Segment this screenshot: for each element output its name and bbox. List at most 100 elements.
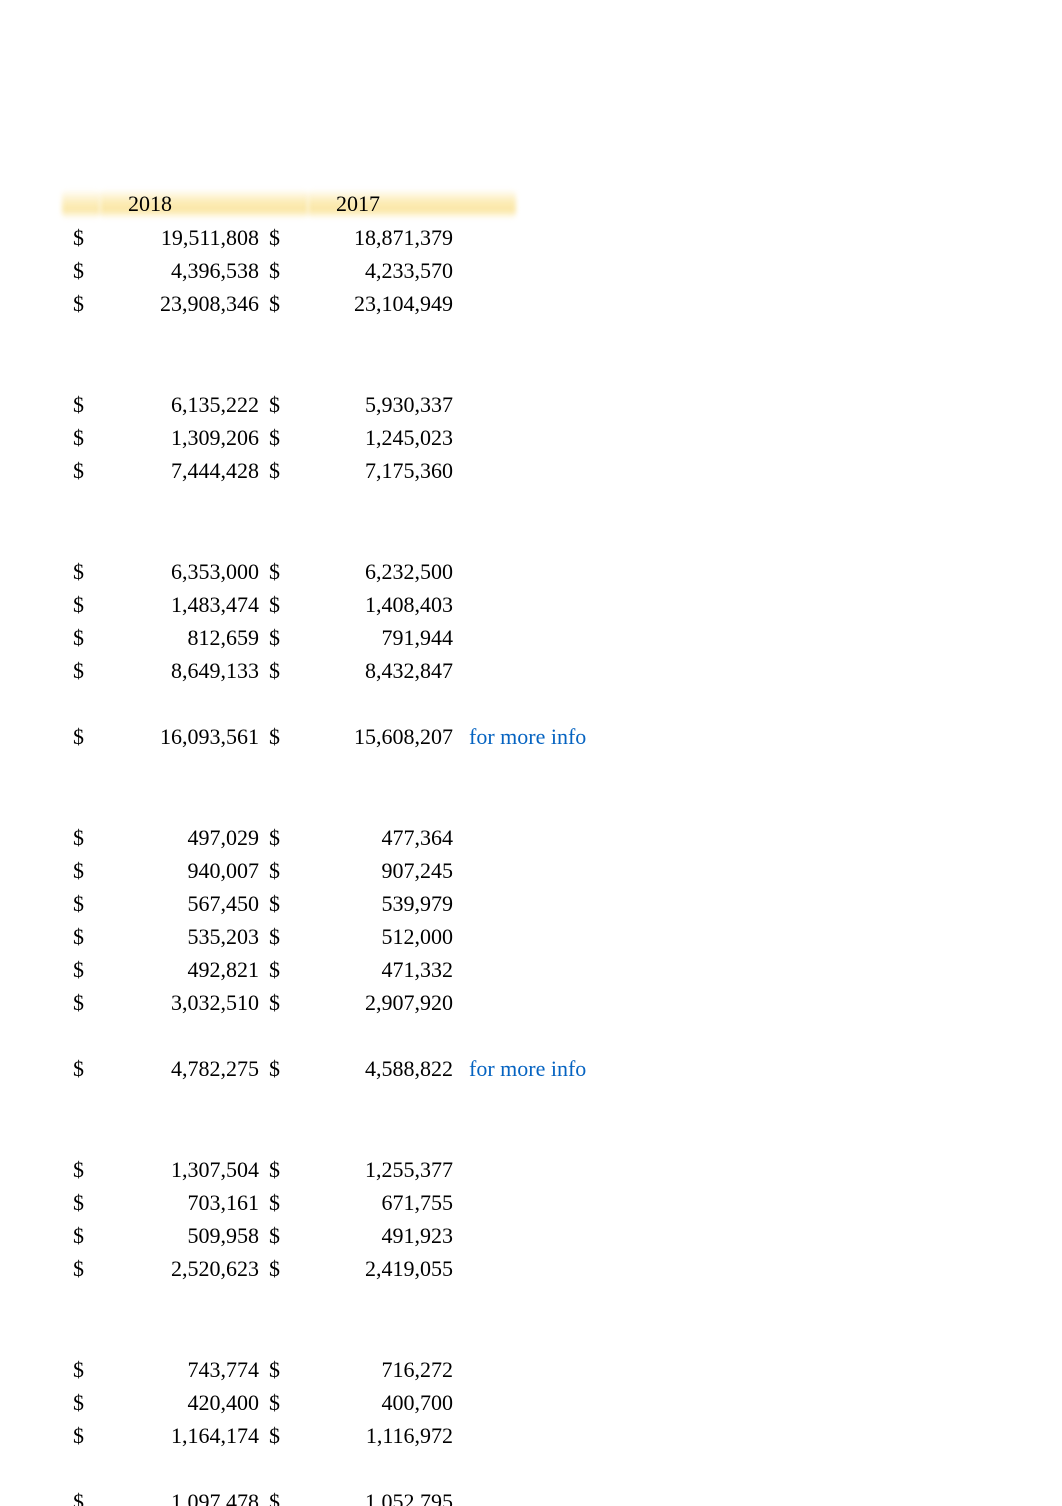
table-row: $6,353,000$6,232,500 [73,560,793,593]
value-year-1: 812,659 [95,626,263,650]
value-year-1: 19,511,808 [95,226,263,250]
value-year-1: 567,450 [95,892,263,916]
table-row: $7,444,428$7,175,360 [73,459,793,492]
table-row: $3,032,510$2,907,920 [73,991,793,1024]
currency-symbol: $ [263,859,291,883]
financial-table: $19,511,808$18,871,379$4,396,538$4,233,5… [73,226,793,1506]
value-year-1: 420,400 [95,1391,263,1415]
currency-symbol: $ [263,626,291,650]
currency-symbol: $ [263,292,291,316]
table-row: $940,007$907,245 [73,859,793,892]
currency-symbol: $ [263,1391,291,1415]
more-info-link[interactable]: for more info [469,1056,586,1081]
currency-symbol: $ [73,626,95,650]
table-row: $420,400$400,700 [73,1391,793,1424]
currency-symbol: $ [263,1057,291,1081]
table-row: $1,164,174$1,116,972 [73,1424,793,1457]
table-row: $567,450$539,979 [73,892,793,925]
table-row: $23,908,346$23,104,949 [73,292,793,325]
header-year-1: 2018 [100,189,308,219]
section-gap [73,492,793,560]
currency-symbol: $ [73,859,95,883]
value-year-2: 671,755 [291,1191,457,1215]
value-year-1: 16,093,561 [95,725,263,749]
currency-symbol: $ [73,560,95,584]
value-year-1: 940,007 [95,859,263,883]
value-year-2: 907,245 [291,859,457,883]
value-year-1: 6,135,222 [95,393,263,417]
table-row: $16,093,561$15,608,207 for more info [73,725,793,758]
value-year-1: 492,821 [95,958,263,982]
currency-symbol: $ [263,1257,291,1281]
currency-symbol: $ [73,259,95,283]
value-year-2: 5,930,337 [291,393,457,417]
currency-symbol: $ [73,1257,95,1281]
currency-symbol: $ [73,292,95,316]
table-row: $492,821$471,332 [73,958,793,991]
value-year-1: 1,164,174 [95,1424,263,1448]
table-row: $4,782,275$4,588,822for more info [73,1057,793,1090]
currency-symbol: $ [73,393,95,417]
header-year-2-label: 2017 [336,192,380,216]
currency-symbol: $ [263,393,291,417]
currency-symbol: $ [73,826,95,850]
currency-symbol: $ [73,958,95,982]
currency-symbol: $ [73,892,95,916]
section-gap [73,1290,793,1358]
currency-symbol: $ [263,725,291,749]
table-row: $1,483,474$1,408,403 [73,593,793,626]
header-blank [62,189,100,219]
currency-symbol: $ [263,958,291,982]
table-row: $703,161$671,755 [73,1191,793,1224]
value-year-1: 703,161 [95,1191,263,1215]
currency-symbol: $ [263,1224,291,1248]
section-gap [73,758,793,826]
value-year-1: 1,483,474 [95,593,263,617]
value-year-1: 509,958 [95,1224,263,1248]
value-year-2: 477,364 [291,826,457,850]
value-year-1: 3,032,510 [95,991,263,1015]
currency-symbol: $ [263,226,291,250]
value-year-1: 23,908,346 [95,292,263,316]
more-info-link[interactable]: for more info [469,724,586,749]
currency-symbol: $ [73,1224,95,1248]
note-cell: for more info [457,725,586,749]
currency-symbol: $ [263,1424,291,1448]
value-year-2: 1,245,023 [291,426,457,450]
value-year-2: 7,175,360 [291,459,457,483]
value-year-2: 18,871,379 [291,226,457,250]
value-year-2: 1,408,403 [291,593,457,617]
currency-symbol: $ [263,1490,291,1506]
currency-symbol: $ [73,593,95,617]
currency-symbol: $ [73,1391,95,1415]
table-row: $812,659$791,944 [73,626,793,659]
value-year-2: 716,272 [291,1358,457,1382]
currency-symbol: $ [73,1358,95,1382]
value-year-2: 15,608,207 [291,725,457,749]
value-year-1: 4,396,538 [95,259,263,283]
value-year-2: 539,979 [291,892,457,916]
currency-symbol: $ [263,1158,291,1182]
value-year-2: 2,419,055 [291,1257,457,1281]
currency-symbol: $ [263,593,291,617]
currency-symbol: $ [73,459,95,483]
value-year-1: 1,097,478 [95,1490,263,1506]
currency-symbol: $ [263,560,291,584]
table-row: $8,649,133$8,432,847 [73,659,793,692]
table-row: $1,097,478$1,052,795 [73,1490,793,1506]
section-gap [73,1090,793,1158]
currency-symbol: $ [263,426,291,450]
note-cell: for more info [457,1057,586,1081]
value-year-2: 2,907,920 [291,991,457,1015]
value-year-2: 400,700 [291,1391,457,1415]
table-row: $1,307,504$1,255,377 [73,1158,793,1191]
currency-symbol: $ [73,1191,95,1215]
currency-symbol: $ [73,725,95,749]
currency-symbol: $ [73,991,95,1015]
currency-symbol: $ [73,1424,95,1448]
header-year-1-label: 2018 [128,192,172,216]
document-page: 2018 2017 $19,511,808$18,871,379$4,396,5… [0,0,1062,1506]
value-year-2: 1,255,377 [291,1158,457,1182]
section-gap [73,1024,793,1057]
value-year-1: 4,782,275 [95,1057,263,1081]
